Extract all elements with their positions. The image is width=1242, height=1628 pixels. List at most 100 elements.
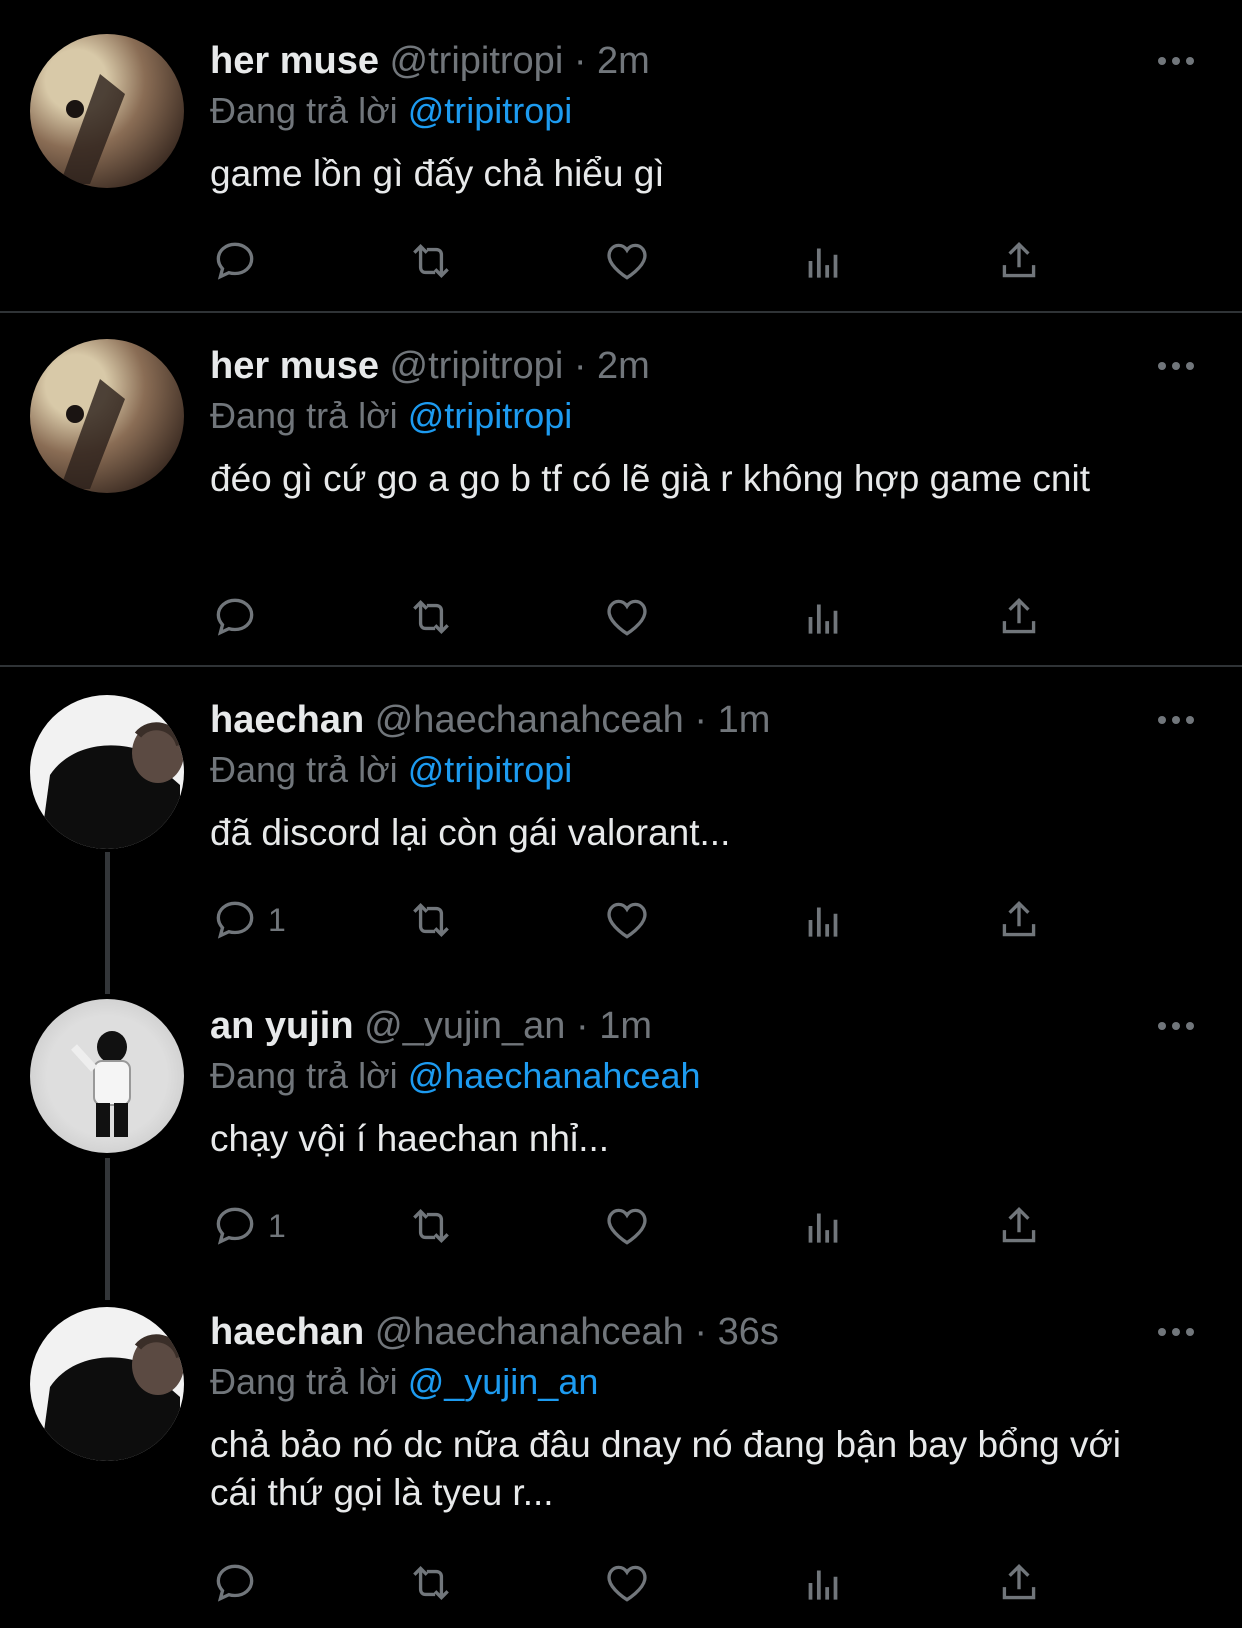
avatar[interactable]: [30, 1307, 184, 1461]
heart-icon: [607, 902, 647, 939]
display-name[interactable]: an yujin: [210, 1005, 354, 1047]
timestamp[interactable]: 36s: [718, 1311, 779, 1353]
replying-to-label: Đang trả lời: [210, 1055, 398, 1096]
replying-to: Đang trả lời @_yujin_an: [210, 1359, 598, 1405]
share-button[interactable]: [994, 1558, 1044, 1608]
share-icon: [1002, 597, 1036, 634]
display-name[interactable]: haechan: [210, 699, 364, 741]
replying-to-label: Đang trả lời: [210, 749, 398, 790]
share-icon: [1002, 1206, 1036, 1243]
retweet-icon: [413, 1566, 449, 1600]
mention-link[interactable]: @_yujin_an: [408, 1361, 599, 1402]
views-icon: [808, 248, 838, 278]
separator-dot: ·: [575, 1005, 589, 1047]
reply-count: 1: [268, 901, 286, 938]
separator-dot: ·: [573, 345, 587, 387]
retweet-icon: [413, 1209, 449, 1243]
views-button[interactable]: [798, 895, 848, 945]
mention-link[interactable]: @tripitropi: [408, 90, 573, 131]
reply-button[interactable]: 1: [210, 895, 286, 945]
share-button[interactable]: [994, 1201, 1044, 1251]
avatar[interactable]: [30, 34, 184, 188]
reply-button[interactable]: [210, 1558, 268, 1608]
more-icon[interactable]: [1158, 712, 1198, 726]
share-icon: [1002, 900, 1036, 937]
like-button[interactable]: [602, 1558, 652, 1608]
like-button[interactable]: [602, 236, 652, 286]
heart-icon: [607, 1208, 647, 1245]
action-bar: 1: [210, 1201, 1110, 1251]
action-bar: [210, 592, 1110, 642]
handle[interactable]: @tripitropi: [390, 40, 564, 82]
tweet-text: chả bảo nó dc nữa đâu dnay nó đang bận b…: [210, 1424, 1122, 1513]
retweet-button[interactable]: [406, 1201, 456, 1251]
avatar[interactable]: [30, 999, 184, 1153]
share-button[interactable]: [994, 592, 1044, 642]
like-button[interactable]: [602, 1201, 652, 1251]
handle[interactable]: @haechanahceah: [375, 699, 684, 741]
handle[interactable]: @_yujin_an: [364, 1005, 565, 1047]
display-name[interactable]: her muse: [210, 40, 379, 82]
tweet-text: game lồn gì đấy chả hiểu gì: [210, 153, 665, 194]
display-name[interactable]: haechan: [210, 1311, 364, 1353]
avatar[interactable]: [30, 339, 184, 493]
heart-icon: [607, 243, 647, 280]
separator-dot: ·: [694, 699, 707, 741]
reply-button[interactable]: [210, 592, 268, 642]
tweet-text: đã discord lại còn gái valorant...: [210, 812, 731, 853]
tweet-header: her muse @tripitropi · 2m: [210, 343, 650, 389]
views-button[interactable]: [798, 236, 848, 286]
views-button[interactable]: [798, 1201, 848, 1251]
action-bar: [210, 236, 1110, 286]
more-icon[interactable]: [1158, 1324, 1198, 1338]
thread-line: [105, 852, 110, 994]
retweet-button[interactable]: [406, 1558, 456, 1608]
thread-line: [105, 1158, 110, 1300]
mention-link[interactable]: @tripitropi: [408, 749, 573, 790]
replying-to: Đang trả lời @tripitropi: [210, 747, 572, 793]
reply-button[interactable]: 1: [210, 1201, 286, 1251]
replying-to-label: Đang trả lời: [210, 395, 398, 436]
avatar[interactable]: [30, 695, 184, 849]
views-icon: [808, 907, 838, 937]
views-button[interactable]: [798, 1558, 848, 1608]
separator-dot: ·: [694, 1311, 707, 1353]
reply-icon: [216, 1207, 254, 1245]
mention-link[interactable]: @tripitropi: [408, 395, 573, 436]
share-icon: [1002, 241, 1036, 278]
timestamp[interactable]: 1m: [599, 1005, 652, 1047]
replying-to: Đang trả lời @tripitropi: [210, 393, 572, 439]
heart-icon: [607, 1565, 647, 1602]
more-icon[interactable]: [1158, 358, 1198, 372]
replying-to: Đang trả lời @tripitropi: [210, 88, 572, 134]
action-bar: 1: [210, 895, 1110, 945]
share-button[interactable]: [994, 236, 1044, 286]
tweet-header: haechan @haechanahceah · 1m: [210, 697, 770, 743]
separator-dot: ·: [573, 40, 587, 82]
handle[interactable]: @tripitropi: [390, 345, 564, 387]
retweet-icon: [413, 600, 449, 634]
reply-count: 1: [268, 1207, 286, 1244]
retweet-button[interactable]: [406, 895, 456, 945]
like-button[interactable]: [602, 895, 652, 945]
display-name[interactable]: her muse: [210, 345, 379, 387]
like-button[interactable]: [602, 592, 652, 642]
timestamp[interactable]: 2m: [597, 345, 650, 387]
replying-to-label: Đang trả lời: [210, 90, 398, 131]
mention-link[interactable]: @haechanahceah: [408, 1055, 701, 1096]
share-button[interactable]: [994, 895, 1044, 945]
timestamp[interactable]: 1m: [718, 699, 771, 741]
more-icon[interactable]: [1158, 1018, 1198, 1032]
tweet-text: chạy vội í haechan nhỉ...: [210, 1118, 610, 1159]
reply-icon: [216, 242, 254, 280]
retweet-button[interactable]: [406, 236, 456, 286]
retweet-button[interactable]: [406, 592, 456, 642]
views-icon: [808, 1570, 838, 1600]
more-icon[interactable]: [1158, 53, 1198, 67]
views-button[interactable]: [798, 592, 848, 642]
reply-button[interactable]: [210, 236, 268, 286]
handle[interactable]: @haechanahceah: [375, 1311, 684, 1353]
tweet-header: an yujin @_yujin_an · 1m: [210, 1003, 652, 1049]
timestamp[interactable]: 2m: [597, 40, 650, 82]
action-bar: [210, 1558, 1110, 1608]
